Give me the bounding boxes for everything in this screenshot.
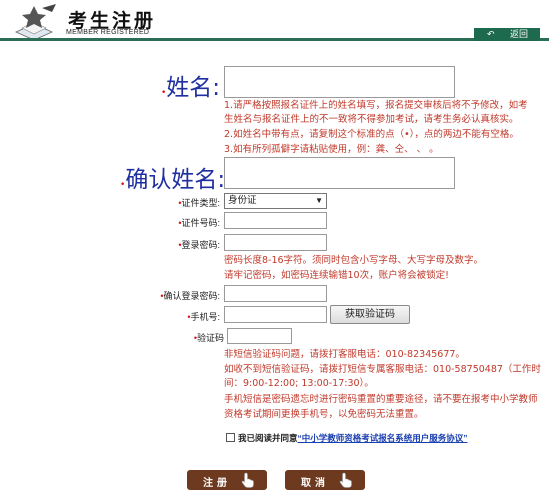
back-button-label: 返回 [510, 29, 529, 39]
agreement-checkbox[interactable] [226, 433, 235, 442]
name-note-3: 2.如姓名中带有点，请复制这个标准的点（•），点的两边不能有空格。 [224, 129, 519, 140]
captcha-note-3: 间：9:00-12:00; 13:00-17:30）。 [224, 378, 374, 389]
back-button[interactable]: ↶ 返回 [474, 28, 540, 41]
captcha-label-text: 验证码 [196, 333, 224, 343]
password-label: •登录密码: [178, 240, 220, 250]
phone-label: •手机号: [187, 312, 220, 322]
id-type-label: •证件类型: [178, 198, 220, 208]
confirm-name-label-text: 确认姓名: [125, 167, 226, 193]
captcha-note-4: 手机短信是密码遗忘时进行密码重置的重要途径，请不要在报考中小学教师 [224, 394, 538, 405]
name-note-1: 1.请严格按照报名证件上的姓名填写，报名提交审核后将不予修改，如考 [224, 100, 528, 111]
name-note-2: 生姓名与报名证件上的不一致将不得参加考试，请考生务必认真核实。 [224, 114, 519, 125]
id-number-input[interactable] [224, 212, 327, 229]
logo-icon [15, 4, 56, 41]
id-type-label-text: 证件类型: [181, 198, 220, 208]
id-number-label: •证件号码: [178, 218, 220, 228]
captcha-label: •验证码 [193, 333, 224, 343]
name-label: •姓名: [160, 75, 220, 101]
captcha-note-1: 非短信验证码问题，请拨打客服电话：010-82345677。 [224, 349, 465, 360]
password-note-2: 请牢记密码，如密码连续输错10次，账户将会被锁定! [224, 270, 449, 281]
confirm-name-input[interactable] [224, 157, 455, 189]
name-label-text: 姓名: [166, 75, 220, 101]
phone-label-text: 手机号: [190, 312, 220, 322]
confirm-password-label: •确认登录密码: [160, 291, 220, 301]
page-header: 考生注册 MEMBER REGISTERED ↶ 返回 [0, 0, 549, 44]
captcha-input[interactable] [227, 328, 292, 344]
pointer-hand-icon [339, 472, 352, 488]
captcha-note-5: 资格考试期间更换手机号，以免密码无法重置。 [224, 409, 424, 420]
id-number-label-text: 证件号码: [181, 218, 220, 228]
confirm-name-label: •确认姓名: [120, 167, 226, 193]
chevron-down-icon: ▼ [315, 196, 323, 205]
back-arrow-icon: ↶ [487, 29, 495, 39]
cancel-button-label: 取消 [301, 478, 329, 489]
agreement-link[interactable]: “中小学教师资格考试报名系统用户服务协议” [298, 433, 468, 443]
password-input[interactable] [224, 234, 327, 251]
get-sms-code-button[interactable]: 获取验证码 [330, 305, 410, 324]
name-input[interactable] [224, 66, 455, 98]
agreement-text: 我已阅读并同意 [238, 433, 298, 443]
page-subtitle: MEMBER REGISTERED [66, 29, 150, 36]
register-button[interactable]: 注册 [187, 470, 267, 490]
password-note-1: 密码长度8-16字符。须同时包含小写字母、大写字母及数字。 [224, 255, 484, 266]
cancel-button[interactable]: 取消 [285, 470, 365, 490]
agreement-row: 我已阅读并同意“中小学教师资格考试报名系统用户服务协议” [226, 432, 468, 444]
header-divider [0, 38, 549, 41]
id-type-select[interactable]: 身份证 ▼ [224, 193, 327, 209]
register-button-label: 注册 [203, 478, 231, 489]
pointer-hand-icon [241, 472, 254, 488]
confirm-password-input[interactable] [224, 285, 327, 302]
phone-input[interactable] [224, 306, 327, 323]
name-note-4: 3.如有所列孤僻字请粘贴使用，例：龚、仝、 、 。 [224, 144, 439, 155]
password-label-text: 登录密码: [181, 240, 220, 250]
id-type-selected: 身份证 [228, 195, 257, 206]
confirm-password-label-text: 确认登录密码: [163, 291, 220, 301]
captcha-note-2: 如收不到短信验证码，请拨打短信专属客服电话：010-58750487（工作时 [224, 364, 541, 375]
